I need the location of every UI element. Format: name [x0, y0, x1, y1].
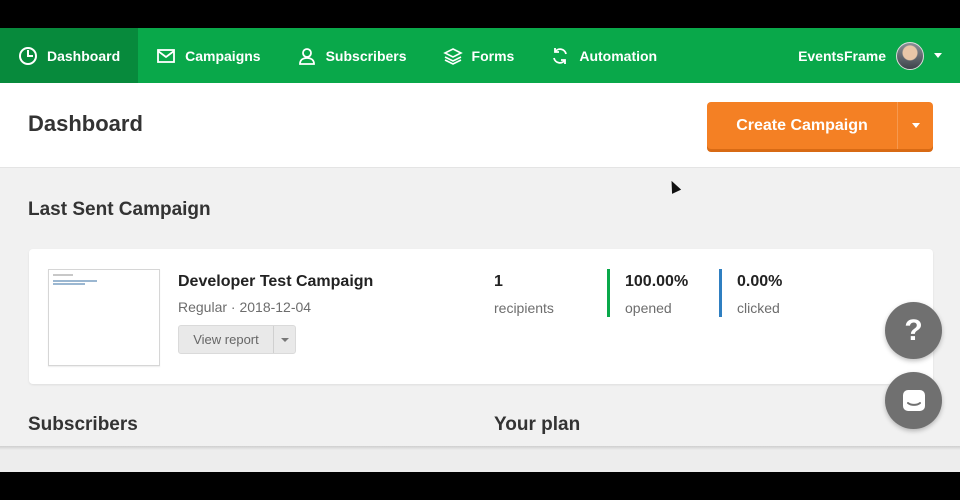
nav-item-forms[interactable]: Forms — [425, 28, 533, 83]
nav-item-label: Subscribers — [325, 47, 407, 64]
chat-button[interactable] — [885, 372, 942, 429]
campaign-thumbnail[interactable] — [48, 269, 160, 366]
help-button[interactable]: ? — [885, 302, 942, 359]
refresh-icon — [553, 47, 568, 64]
envelope-icon — [157, 48, 176, 63]
account-menu[interactable]: EventsFrame — [798, 28, 942, 83]
user-icon — [298, 47, 315, 65]
top-nav: Dashboard Campaigns Subscribers Forms Au… — [0, 28, 960, 83]
chevron-down-icon — [280, 337, 289, 342]
your-plan-title: Your plan — [494, 414, 581, 435]
dashboard-icon — [19, 46, 37, 65]
chevron-down-icon — [934, 53, 942, 58]
avatar — [896, 41, 924, 70]
view-report-dropdown[interactable] — [274, 326, 295, 353]
page-bottom-edge — [0, 446, 960, 472]
page-header: Dashboard Create Campaign — [0, 83, 960, 194]
mouse-cursor-icon — [667, 178, 682, 194]
last-sent-title: Last Sent Campaign — [28, 199, 211, 220]
stat-label: opened — [625, 300, 672, 316]
nav-item-label: Dashboard — [47, 47, 121, 64]
stat-value: 100.00% — [625, 273, 689, 290]
create-campaign-button[interactable]: Create Campaign — [707, 102, 933, 149]
layers-icon — [442, 47, 463, 65]
stat-label: clicked — [737, 300, 780, 316]
app-window: Dashboard Campaigns Subscribers Forms Au… — [0, 28, 960, 472]
chat-icon — [902, 389, 925, 411]
nav-item-subscribers[interactable]: Subscribers — [279, 28, 425, 83]
nav-item-dashboard[interactable]: Dashboard — [0, 28, 139, 83]
nav-item-label: Automation — [579, 47, 658, 64]
campaign-name[interactable]: Developer Test Campaign — [178, 273, 373, 291]
nav-item-campaigns[interactable]: Campaigns — [138, 28, 278, 83]
stat-opened: 100.00% opened — [607, 269, 688, 317]
nav-item-automation[interactable]: Automation — [532, 28, 675, 83]
nav-item-label: Campaigns — [185, 47, 261, 64]
campaign-meta: Regular · 2018-12-04 — [178, 299, 312, 315]
stat-value: 1 — [494, 273, 503, 290]
account-name: EventsFrame — [798, 47, 886, 64]
help-icon: ? — [904, 313, 923, 347]
stat-recipients: 1 recipients — [494, 269, 554, 317]
create-campaign-dropdown[interactable] — [897, 102, 933, 149]
stat-clicked: 0.00% clicked — [719, 269, 782, 317]
stat-value: 0.00% — [737, 273, 783, 290]
subscribers-title: Subscribers — [28, 414, 138, 435]
last-campaign-card: Developer Test Campaign Regular · 2018-1… — [29, 249, 933, 384]
stat-label: recipients — [494, 300, 554, 316]
page-title: Dashboard — [28, 111, 143, 136]
view-report-button[interactable]: View report — [178, 325, 296, 354]
chevron-down-icon — [911, 123, 920, 128]
view-report-label[interactable]: View report — [179, 326, 274, 353]
create-campaign-label[interactable]: Create Campaign — [707, 102, 897, 149]
nav-item-label: Forms — [471, 47, 515, 64]
